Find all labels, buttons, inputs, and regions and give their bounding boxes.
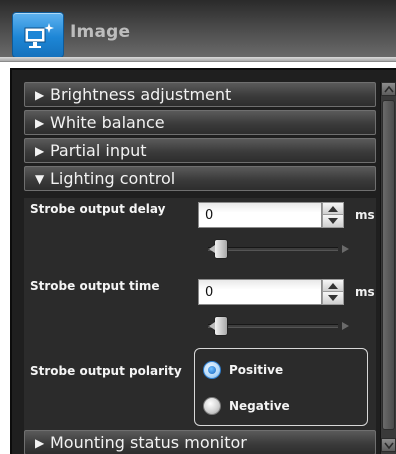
radio-selected-icon[interactable] <box>203 361 221 379</box>
spin-up-icon[interactable] <box>323 280 343 292</box>
expand-arrow-icon: ▶ <box>35 116 45 130</box>
strobe-output-time-unit: ms <box>355 285 375 299</box>
strobe-output-time-label: Strobe output time <box>30 279 160 293</box>
strobe-output-delay-label: Strobe output delay <box>30 202 166 216</box>
collapse-arrow-icon: ▼ <box>35 172 45 186</box>
polarity-radio-group: Positive Negative <box>194 348 368 426</box>
radio-positive-label: Positive <box>229 363 284 377</box>
spin-down-icon[interactable] <box>323 215 343 227</box>
panel-header: Image <box>0 0 396 62</box>
slider-end-arrow-icon <box>342 245 349 253</box>
panel-title: Image <box>70 22 131 42</box>
strobe-output-delay-spinner[interactable] <box>322 202 344 228</box>
strobe-output-time-slider-thumb[interactable] <box>209 316 228 336</box>
expand-arrow-icon: ▶ <box>35 436 45 450</box>
slider-end-arrow-icon <box>342 322 349 330</box>
strobe-output-polarity-label: Strobe output polarity <box>30 364 182 378</box>
radio-positive[interactable]: Positive <box>203 359 283 381</box>
spin-down-icon[interactable] <box>323 292 343 304</box>
vertical-scrollbar[interactable] <box>380 82 396 454</box>
spin-up-icon[interactable] <box>323 203 343 215</box>
radio-negative-label: Negative <box>229 399 290 413</box>
strobe-output-time-input[interactable] <box>198 279 322 305</box>
section-partial-input[interactable]: ▶ Partial input <box>24 138 376 163</box>
strobe-output-delay-unit: ms <box>355 208 375 222</box>
expand-arrow-icon: ▶ <box>35 144 45 158</box>
strobe-output-delay-slider-thumb[interactable] <box>209 239 228 259</box>
section-label: Partial input <box>50 141 147 160</box>
section-brightness-adjustment[interactable]: ▶ Brightness adjustment <box>24 82 376 107</box>
section-mounting-status-monitor[interactable]: ▶ Mounting status monitor <box>24 430 376 454</box>
scroll-up-icon[interactable] <box>381 82 396 96</box>
strobe-output-time-spinner[interactable] <box>322 279 344 305</box>
scrollbar-thumb[interactable] <box>382 100 395 430</box>
radio-negative[interactable]: Negative <box>203 395 290 417</box>
section-label: White balance <box>50 113 165 132</box>
radio-unselected-icon[interactable] <box>203 397 221 415</box>
strobe-output-delay-input[interactable] <box>198 202 322 228</box>
section-label: Mounting status monitor <box>50 433 247 452</box>
section-label: Lighting control <box>50 169 176 188</box>
section-white-balance[interactable]: ▶ White balance <box>24 110 376 135</box>
section-lighting-control[interactable]: ▼ Lighting control <box>24 166 376 191</box>
expand-arrow-icon: ▶ <box>35 88 45 102</box>
monitor-sparkle-icon <box>12 12 64 58</box>
section-label: Brightness adjustment <box>50 85 232 104</box>
scroll-down-icon[interactable] <box>381 438 396 452</box>
settings-panel: ▶ Brightness adjustment ▶ White balance ▶ P… <box>10 68 396 454</box>
